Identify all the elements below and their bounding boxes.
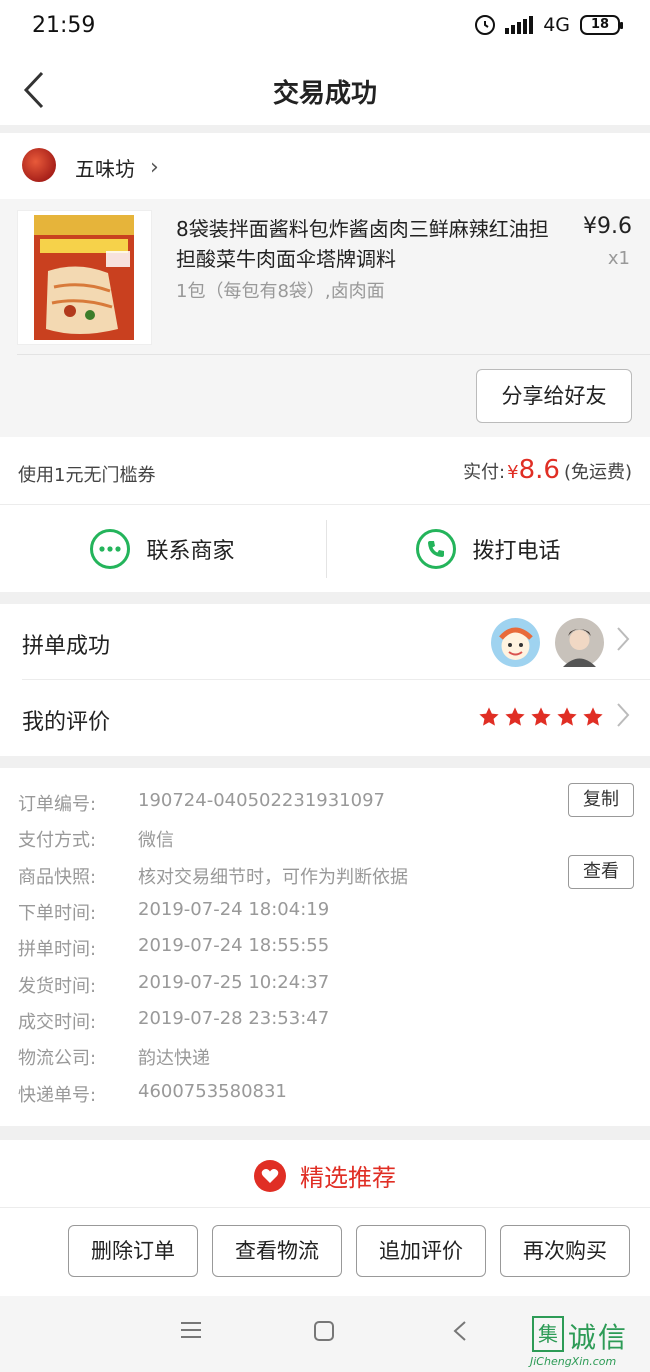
info-label: 商品快照:: [18, 867, 97, 888]
my-review-label: 我的评价: [22, 710, 111, 735]
product-price: ¥9.6: [583, 214, 632, 239]
call-phone-label: 拨打电话: [472, 539, 561, 564]
group-success-row[interactable]: 拼单成功: [0, 604, 650, 680]
product-quantity: x1: [607, 248, 630, 269]
product-title[interactable]: 8袋装拌面酱料包炸酱卤肉三鲜麻辣红油担担酸菜牛肉面伞塔牌调料: [176, 214, 561, 274]
product-card[interactable]: 8袋装拌面酱料包炸酱卤肉三鲜麻辣红油担担酸菜牛肉面伞塔牌调料 1包（每包有8袋）…: [0, 199, 650, 437]
home-icon[interactable]: [313, 1320, 335, 1346]
chevron-right-icon: [616, 626, 630, 659]
copy-button[interactable]: 复制: [568, 783, 634, 817]
my-review-row[interactable]: 我的评价: [0, 680, 650, 755]
paid-label: 实付:: [463, 462, 506, 483]
heart-icon: [254, 1159, 286, 1192]
signal-icon: [505, 16, 534, 34]
alarm-icon: [475, 15, 496, 35]
group-success-label: 拼单成功: [22, 634, 111, 659]
network-type: 4G: [543, 14, 570, 36]
shop-logo: [22, 148, 56, 182]
section-gap: [0, 592, 650, 604]
status-bar: 21:59 4G 18: [0, 0, 650, 55]
recommend-header: 精选推荐: [0, 1140, 650, 1208]
info-value: 微信: [138, 830, 174, 851]
contact-merchant-button[interactable]: 联系商家: [0, 506, 325, 592]
chat-icon: [90, 529, 131, 569]
shop-row[interactable]: 五味坊 ›: [0, 133, 650, 199]
back-icon[interactable]: [452, 1320, 468, 1346]
section-gap: [0, 756, 650, 768]
buy-again-button[interactable]: 再次购买: [500, 1225, 630, 1277]
phone-icon: [416, 529, 457, 569]
star-icon: [557, 707, 577, 726]
info-value: 2019-07-24 18:55:55: [138, 935, 330, 956]
star-icon: [583, 707, 603, 726]
menu-icon[interactable]: [180, 1320, 202, 1344]
info-value: 4600753580831: [138, 1081, 287, 1102]
watermark-box: 集: [532, 1316, 564, 1352]
chevron-right-icon: ›: [150, 155, 159, 180]
order-action-bar: 删除订单 查看物流 追加评价 再次购买: [0, 1208, 650, 1296]
info-value: 韵达快递: [138, 1048, 210, 1069]
info-value: 2019-07-25 10:24:37: [138, 972, 330, 993]
page-title: 交易成功: [272, 79, 377, 109]
info-label: 成交时间:: [18, 1012, 97, 1033]
info-label: 支付方式:: [18, 830, 97, 851]
info-value: 2019-07-24 18:04:19: [138, 899, 330, 920]
shipping-note: (免运费): [563, 462, 632, 483]
delete-order-button[interactable]: 删除订单: [68, 1225, 198, 1277]
avatar[interactable]: [491, 618, 540, 667]
chevron-right-icon: [616, 702, 630, 735]
star-icon: [505, 707, 525, 726]
view-snapshot-button[interactable]: 查看: [568, 855, 634, 889]
info-label: 下单时间:: [18, 903, 97, 924]
rating-stars: [478, 706, 604, 728]
product-spec: 1包（每包有8袋）,卤肉面: [176, 281, 385, 302]
status-icons: 4G 18: [475, 14, 623, 36]
watermark-text: 诚信: [568, 1321, 629, 1354]
currency-symbol: ¥: [507, 462, 519, 483]
divider: [17, 354, 650, 355]
view-logistics-button[interactable]: 查看物流: [212, 1225, 342, 1277]
star-icon: [531, 707, 551, 726]
info-value: 2019-07-28 23:53:47: [138, 1008, 330, 1029]
paid-value: 8.6: [518, 455, 560, 485]
share-to-friend-button[interactable]: 分享给好友: [476, 369, 632, 423]
section-gap: [0, 125, 650, 133]
info-label: 快递单号:: [18, 1085, 97, 1106]
product-image[interactable]: [17, 210, 152, 345]
info-value: 190724-040502231931097: [138, 790, 385, 811]
watermark-logo: 集 诚信 JiChengXin.com: [528, 1300, 646, 1370]
watermark-sub: JiChengXin.com: [530, 1355, 617, 1368]
battery-level: 18: [590, 17, 610, 32]
payment-row: 使用1元无门槛券 实付: ¥ 8.6 (免运费): [0, 437, 650, 505]
info-label: 订单编号:: [18, 794, 97, 815]
group-review-block: 拼单成功 我的评价: [0, 604, 650, 756]
info-label: 物流公司:: [18, 1048, 97, 1069]
star-icon: [479, 707, 499, 726]
nav-bar: 交易成功: [0, 55, 650, 125]
avatar[interactable]: [555, 618, 604, 667]
battery-icon: 18: [580, 15, 623, 35]
section-gap: [0, 1126, 650, 1140]
coupon-text: 使用1元无门槛券: [18, 465, 156, 486]
shop-name: 五味坊: [75, 157, 135, 181]
call-phone-button[interactable]: 拨打电话: [326, 506, 650, 592]
info-label: 发货时间:: [18, 976, 97, 997]
order-info-block: 订单编号: 190724-040502231931097 复制 支付方式: 微信…: [0, 768, 650, 1126]
status-time: 21:59: [32, 13, 96, 38]
system-nav-bar: 集 诚信 JiChengXin.com: [0, 1296, 650, 1372]
contact-merchant-label: 联系商家: [146, 539, 235, 564]
recommend-label: 精选推荐: [300, 1164, 396, 1192]
add-review-button[interactable]: 追加评价: [356, 1225, 486, 1277]
contact-row: 联系商家 拨打电话: [0, 506, 650, 592]
info-value: 核对交易细节时，可作为判断依据: [138, 867, 408, 888]
info-label: 拼单时间:: [18, 939, 97, 960]
paid-amount: 实付: ¥ 8.6 (免运费): [463, 455, 632, 485]
